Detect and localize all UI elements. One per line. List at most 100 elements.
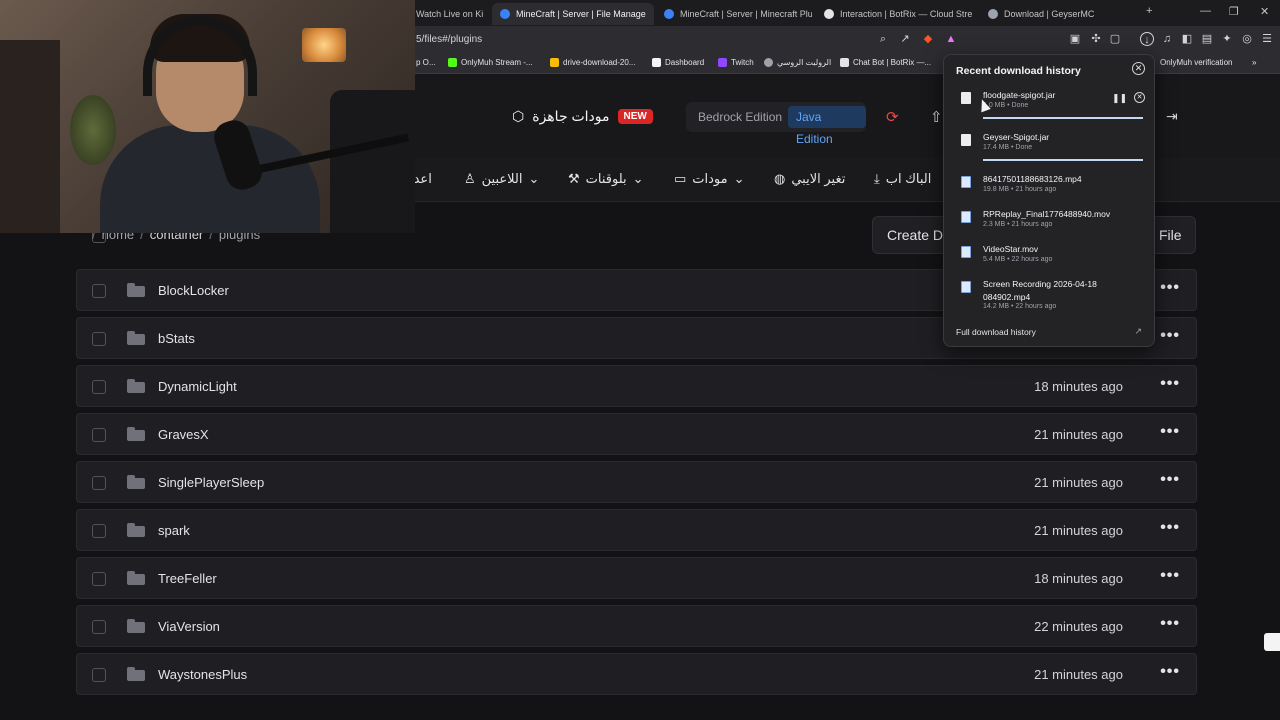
- minimize-icon[interactable]: —: [1200, 5, 1211, 17]
- more-options-icon[interactable]: •••: [1160, 375, 1180, 393]
- close-icon[interactable]: ✕: [1132, 62, 1145, 75]
- new-tab-button[interactable]: +: [1146, 5, 1152, 17]
- webcam-plant: [70, 95, 116, 165]
- close-window-icon[interactable]: ✕: [1260, 5, 1269, 18]
- row-checkbox[interactable]: [92, 428, 106, 442]
- upload-icon[interactable]: ⇧: [930, 108, 943, 126]
- sidebar-icon[interactable]: ▣: [1068, 32, 1082, 46]
- panel-icon[interactable]: ◧: [1180, 32, 1194, 46]
- leo-ai-icon[interactable]: ✦: [1220, 32, 1234, 46]
- pause-icon[interactable]: ❚❚: [1112, 93, 1127, 104]
- menu-plugins[interactable]: ⚒ بلوقنات ⌄: [568, 171, 644, 187]
- row-checkbox[interactable]: [92, 668, 106, 682]
- tab-botrix[interactable]: Interaction | BotRix — Cloud Stre: [816, 3, 976, 25]
- more-options-icon[interactable]: •••: [1160, 519, 1180, 537]
- file-name[interactable]: ViaVersion: [158, 619, 220, 634]
- file-row[interactable]: ViaVersion 22 minutes ago •••: [76, 605, 1197, 647]
- more-options-icon[interactable]: •••: [1160, 423, 1180, 441]
- dashboard-icon: [652, 58, 661, 67]
- download-name: VideoStar.mov: [983, 244, 1039, 254]
- tab-title: Download | GeyserMC: [1004, 9, 1095, 19]
- bookmark-item[interactable]: Chat Bot | BotRix —...: [840, 58, 931, 67]
- chevron-down-icon: ⌄: [528, 171, 540, 186]
- url-field[interactable]: 5/files#/plugins: [416, 34, 482, 45]
- file-name[interactable]: bStats: [158, 331, 195, 346]
- file-name[interactable]: SinglePlayerSleep: [158, 475, 264, 490]
- row-checkbox[interactable]: [92, 572, 106, 586]
- file-name[interactable]: TreeFeller: [158, 571, 217, 586]
- wallet-icon[interactable]: ▤: [1200, 32, 1214, 46]
- extensions-icon[interactable]: ✣: [1089, 32, 1103, 46]
- ready-mods-link[interactable]: ⬡ مودات جاهزة NEW: [512, 108, 653, 125]
- row-checkbox[interactable]: [92, 476, 106, 490]
- menu-players[interactable]: ♙ اللاعبين ⌄: [464, 171, 539, 187]
- brave-rewards-icon[interactable]: ▲: [944, 32, 958, 46]
- ready-mods-label: مودات جاهزة: [532, 108, 610, 124]
- cancel-icon[interactable]: ✕: [1134, 92, 1145, 103]
- screenshot-icon[interactable]: ▢: [1108, 32, 1122, 46]
- more-options-icon[interactable]: •••: [1160, 567, 1180, 585]
- maximize-icon[interactable]: ❐: [1229, 5, 1239, 18]
- more-options-icon[interactable]: •••: [1160, 327, 1180, 345]
- more-options-icon[interactable]: •••: [1160, 471, 1180, 489]
- bookmark-item[interactable]: OnlyMuh Stream -...: [448, 58, 533, 67]
- java-edition-button[interactable]: Java Edition: [788, 106, 866, 146]
- row-checkbox[interactable]: [92, 620, 106, 634]
- zoom-icon[interactable]: ⌕: [876, 32, 890, 46]
- row-checkbox[interactable]: [92, 380, 106, 394]
- full-download-history-link[interactable]: Full download history: [956, 327, 1036, 337]
- archive-icon: ▭: [674, 171, 687, 186]
- kick-icon: [448, 58, 457, 67]
- bookmark-item[interactable]: OnlyMuh verification: [1160, 58, 1232, 67]
- external-link-icon[interactable]: ↗: [1134, 326, 1142, 337]
- bookmark-item[interactable]: p O...: [416, 58, 436, 67]
- bookmark-item[interactable]: Dashboard: [652, 58, 704, 67]
- tab-file-manager[interactable]: MineCraft | Server | File Manage ✕: [492, 3, 654, 25]
- file-name[interactable]: GravesX: [158, 427, 209, 442]
- bookmarks-overflow-icon[interactable]: »: [1252, 58, 1256, 67]
- menu-mods[interactable]: ▭ مودات ⌄: [674, 171, 745, 187]
- downloads-icon[interactable]: ↓: [1140, 32, 1154, 46]
- download-name: Geyser-Spigot.jar: [983, 132, 1050, 142]
- tab-kick[interactable]: Watch Live on Ki: [408, 3, 488, 25]
- menu-change-ip[interactable]: ◍ تغير الايبي: [774, 171, 845, 187]
- refresh-icon[interactable]: ⟳: [886, 108, 899, 126]
- vpn-icon[interactable]: ◎: [1240, 32, 1254, 46]
- tab-geysermc[interactable]: Download | GeyserMC: [980, 3, 1120, 25]
- menu-backup[interactable]: ⤓ الباك اب: [874, 171, 931, 187]
- video-file-icon: [961, 211, 971, 223]
- logout-icon[interactable]: ⇥: [1166, 108, 1178, 125]
- row-checkbox[interactable]: [92, 332, 106, 346]
- tab-title: MineCraft | Server | File Manage: [516, 9, 646, 19]
- more-options-icon[interactable]: •••: [1160, 615, 1180, 633]
- file-row[interactable]: spark 21 minutes ago •••: [76, 509, 1197, 551]
- file-row[interactable]: SinglePlayerSleep 21 minutes ago •••: [76, 461, 1197, 503]
- file-row[interactable]: GravesX 21 minutes ago •••: [76, 413, 1197, 455]
- file-modified: 18 minutes ago: [1034, 571, 1123, 586]
- row-checkbox[interactable]: [92, 284, 106, 298]
- bookmark-item[interactable]: Twitch: [718, 58, 754, 67]
- file-name[interactable]: DynamicLight: [158, 379, 237, 394]
- music-icon[interactable]: ♫: [1160, 32, 1174, 46]
- new-file-button[interactable]: File: [1150, 216, 1196, 254]
- file-row[interactable]: TreeFeller 18 minutes ago •••: [76, 557, 1197, 599]
- chat-widget-icon[interactable]: [1264, 633, 1280, 651]
- file-name[interactable]: BlockLocker: [158, 283, 229, 298]
- share-icon[interactable]: ↗: [898, 32, 912, 46]
- tab-minecraft-plugins[interactable]: MineCraft | Server | Minecraft Plugin: [656, 3, 812, 25]
- file-modified: 21 minutes ago: [1034, 667, 1123, 682]
- brave-shield-icon[interactable]: ◆: [921, 32, 935, 46]
- drive-icon: [550, 58, 559, 67]
- file-name[interactable]: spark: [158, 523, 190, 538]
- file-row[interactable]: DynamicLight 18 minutes ago •••: [76, 365, 1197, 407]
- file-row[interactable]: WaystonesPlus 21 minutes ago •••: [76, 653, 1197, 695]
- row-checkbox[interactable]: [92, 524, 106, 538]
- file-name[interactable]: WaystonesPlus: [158, 667, 247, 682]
- file-icon: [961, 134, 971, 146]
- bookmark-item[interactable]: الرولبت الروسي: [764, 58, 831, 67]
- menu-icon[interactable]: ☰: [1260, 32, 1274, 46]
- more-options-icon[interactable]: •••: [1160, 279, 1180, 297]
- more-options-icon[interactable]: •••: [1160, 663, 1180, 681]
- bedrock-edition-button[interactable]: Bedrock Edition: [690, 106, 790, 128]
- bookmark-item[interactable]: drive-download-20...: [550, 58, 635, 67]
